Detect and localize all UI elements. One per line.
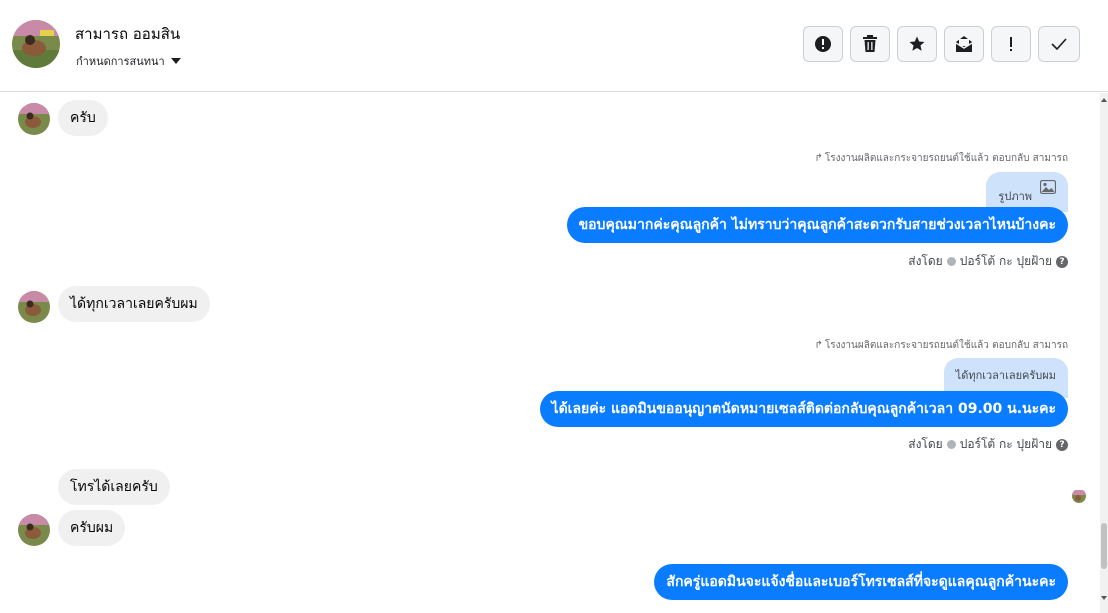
scroll-up-arrow-icon[interactable] xyxy=(1101,98,1107,102)
outgoing-message[interactable]: ขอบคุณมากค่ะคุณลูกค้า ไม่ทราบว่าคุณลูกค้… xyxy=(566,207,1068,243)
conversation-menu[interactable]: กำหนดการสนทนา xyxy=(76,52,181,70)
trash-icon xyxy=(863,35,877,52)
incoming-message[interactable]: ได้ทุกเวลาเลยครับผม xyxy=(58,286,210,322)
conversation-menu-label: กำหนดการสนทนา xyxy=(76,55,165,68)
quoted-message[interactable]: รูปภาพ xyxy=(986,172,1068,212)
flag-button[interactable] xyxy=(991,26,1031,62)
mark-done-button[interactable] xyxy=(1038,26,1080,62)
reply-arrow-icon: ↱ xyxy=(814,340,823,351)
reply-note-text: โรงงานผลิตและกระจายรถยนต์ใช้แล้ว ตอบกลับ… xyxy=(824,153,1068,164)
contact-name[interactable]: สามารถ ออมสิน xyxy=(75,22,180,46)
mark-spam-button[interactable] xyxy=(803,26,843,62)
verified-icon xyxy=(946,440,956,449)
help-icon[interactable]: ? xyxy=(1056,255,1068,268)
outgoing-message[interactable]: ได้เลยค่ะ แอดมินขออนุญาตนัดหมายเซลส์ติดต… xyxy=(539,391,1068,427)
incoming-message[interactable]: ครับผม xyxy=(58,510,126,546)
sender-name: ปอร์โต้ กะ ปุยฝ้าย xyxy=(959,437,1052,451)
reply-arrow-icon: ↱ xyxy=(814,153,823,164)
outgoing-message[interactable]: สักครู่แอดมินจะแจ้งชื่อและเบอร์โทรเซลส์ท… xyxy=(654,564,1068,600)
contact-avatar[interactable] xyxy=(12,20,60,68)
seen-indicator-avatar xyxy=(1072,489,1086,503)
star-icon xyxy=(909,36,925,51)
help-icon[interactable]: ? xyxy=(1056,438,1068,451)
sent-by-info: ส่งโดย ปอร์โต้ กะ ปุยฝ้าย ? xyxy=(908,435,1068,454)
message-thread[interactable]: ครับ ↱ โรงงานผลิตและกระจายรถยนต์ใช้แล้ว … xyxy=(0,93,1100,613)
delete-button[interactable] xyxy=(850,26,890,62)
quoted-text: รูปภาพ xyxy=(998,190,1032,203)
scrollbar-thumb[interactable] xyxy=(1101,523,1107,569)
exclamation-icon xyxy=(1010,37,1012,51)
incoming-message[interactable]: โทรได้เลยครับ xyxy=(58,469,170,505)
sent-by-info: ส่งโดย ปอร์โต้ กะ ปุยฝ้าย ? xyxy=(908,252,1068,271)
star-button[interactable] xyxy=(897,26,937,62)
sender-avatar[interactable] xyxy=(18,103,50,135)
quoted-text: ได้ทุกเวลาเลยครับผม xyxy=(955,369,1056,382)
sent-by-label: ส่งโดย xyxy=(908,254,943,268)
check-icon xyxy=(1051,38,1067,50)
conversation-header: สามารถ ออมสิน กำหนดการสนทนา xyxy=(0,0,1108,92)
mark-unread-button[interactable] xyxy=(944,26,984,62)
thread-scrollbar[interactable] xyxy=(1100,93,1108,613)
thread-toolbar xyxy=(803,26,1080,62)
reply-note: ↱ โรงงานผลิตและกระจายรถยนต์ใช้แล้ว ตอบกล… xyxy=(815,338,1068,353)
envelope-open-icon xyxy=(955,36,973,52)
sender-avatar[interactable] xyxy=(18,291,50,323)
incoming-message[interactable]: ครับ xyxy=(58,100,108,136)
sent-by-label: ส่งโดย xyxy=(908,437,943,451)
verified-icon xyxy=(946,257,956,266)
reply-note: ↱ โรงงานผลิตและกระจายรถยนต์ใช้แล้ว ตอบกล… xyxy=(815,151,1068,166)
sender-name: ปอร์โต้ กะ ปุยฝ้าย xyxy=(959,254,1052,268)
alert-circle-icon xyxy=(815,36,831,52)
sender-avatar[interactable] xyxy=(18,514,50,546)
image-icon xyxy=(1040,180,1056,194)
reply-note-text: โรงงานผลิตและกระจายรถยนต์ใช้แล้ว ตอบกลับ… xyxy=(824,340,1068,351)
scroll-down-arrow-icon[interactable] xyxy=(1101,596,1107,600)
caret-down-icon xyxy=(170,58,181,64)
